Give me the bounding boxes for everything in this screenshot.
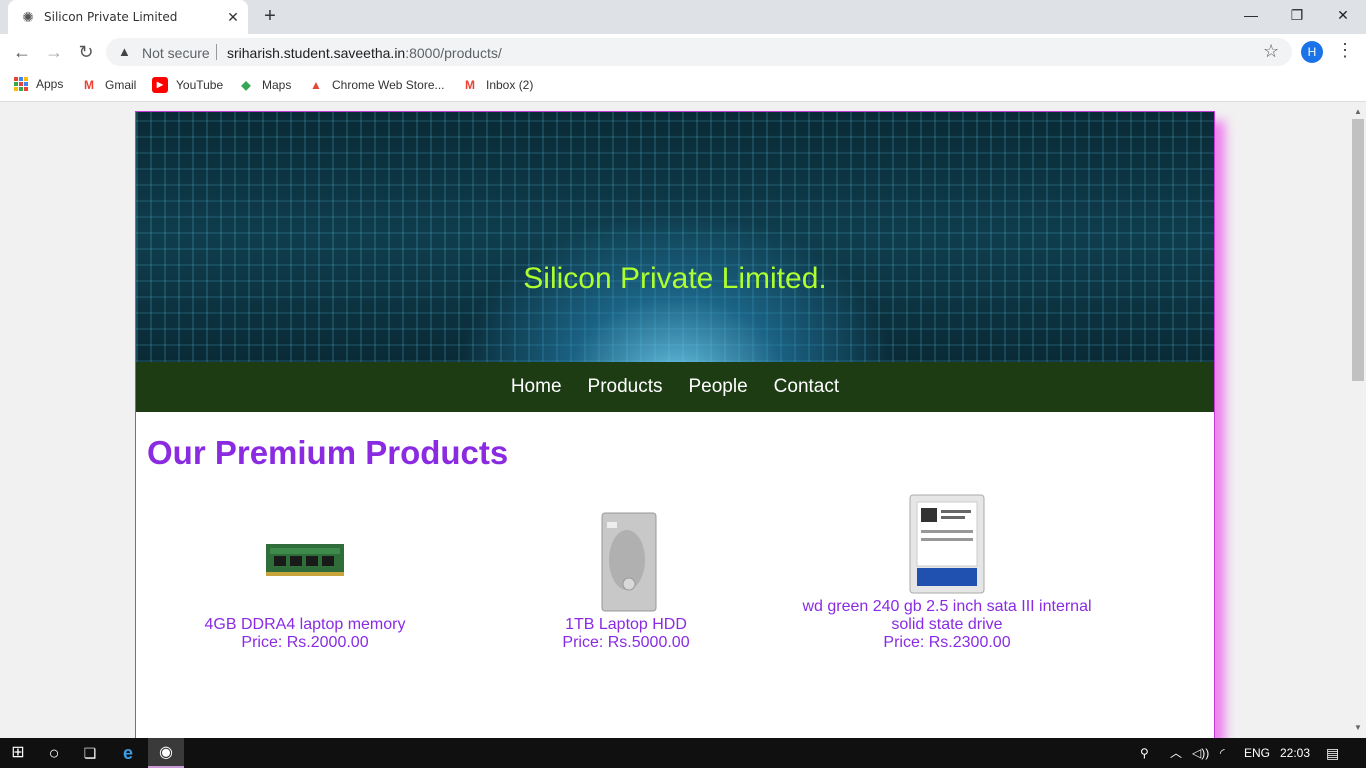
divider [216,44,217,60]
chrome-taskbar-icon[interactable]: ◉ [148,738,184,768]
apps-grid-icon [14,77,28,91]
security-label[interactable]: Not secure [142,45,210,61]
maps-icon: ◆ [241,78,251,92]
gmail-icon: M [465,78,475,92]
product-name[interactable]: 4GB DDRA4 laptop memory [155,616,455,634]
clock[interactable]: 22:03 [1280,738,1310,768]
people-icon[interactable]: ⚲ [1140,738,1149,768]
search-circle-icon[interactable]: ○ [36,738,72,768]
volume-icon[interactable]: ◁)) [1192,738,1209,768]
language-indicator[interactable]: ENG [1244,738,1270,768]
gmail-icon: M [84,78,94,92]
scroll-down-arrow-icon[interactable]: ▼ [1354,723,1362,732]
bookmark-gmail[interactable]: M Gmail [81,77,136,93]
banner-title: Silicon Private Limited. [523,262,827,295]
url-text[interactable]: sriharish.student.saveetha.in:8000/produ… [227,45,502,61]
url-path: :8000/products/ [405,45,502,61]
nav-home[interactable]: Home [511,376,562,398]
profile-avatar[interactable]: H [1301,41,1323,63]
product-name[interactable]: wd green 240 gb 2.5 inch sata III intern… [797,598,1097,634]
nav-people[interactable]: People [689,376,748,398]
address-bar[interactable]: ▲ Not secure sriharish.student.saveetha.… [106,38,1292,66]
bookmark-inbox[interactable]: M Inbox (2) [462,77,533,93]
edge-icon[interactable]: e [110,738,146,768]
youtube-icon: ▶ [152,77,168,93]
banner: Silicon Private Limited. [136,112,1214,362]
close-window-button[interactable]: ✕ [1320,4,1366,28]
chevron-up-icon[interactable]: ︿ [1170,738,1182,768]
reload-icon[interactable]: ↻ [74,40,98,64]
product-card[interactable]: 1TB Laptop HDD Price: Rs.5000.00 [476,616,776,652]
bookmark-label: Maps [262,78,292,92]
nav-products[interactable]: Products [588,376,663,398]
bookmark-label: YouTube [176,78,224,92]
site-nav: Home Products People Contact [136,362,1214,412]
restore-button[interactable]: ❐ [1274,4,1320,28]
page-viewport: Silicon Private Limited. Home Products P… [0,103,1350,738]
tab-strip: ✺ Silicon Private Limited ✕ + — ❐ ✕ [0,0,1366,34]
warning-icon[interactable]: ▲ [118,44,131,59]
windows-taskbar: ⊞ ○ ❏ e ◉ ⚲ ︿ ◁)) ◜ ENG 22:03 ▤ [0,738,1366,768]
minimize-button[interactable]: — [1228,4,1274,28]
product-price: Price: Rs.2300.00 [883,634,1011,651]
page-title: Our Premium Products [147,434,509,471]
bookmark-label: Chrome Web Store... [332,78,445,92]
product-price: Price: Rs.5000.00 [562,634,690,651]
bookmark-maps[interactable]: ◆ Maps [238,77,291,93]
hdd-image[interactable] [601,512,657,612]
product-card[interactable]: wd green 240 gb 2.5 inch sata III intern… [797,598,1097,652]
bookmarks-bar: Apps M Gmail ▶ YouTube ◆ Maps ▲ Chrome W… [0,70,1366,102]
wifi-icon[interactable]: ◜ [1220,738,1225,768]
bookmark-label: Inbox (2) [486,78,534,92]
scroll-thumb[interactable] [1352,119,1364,381]
product-price: Price: Rs.2000.00 [241,634,369,651]
webstore-icon: ▲ [310,78,322,92]
forward-arrow-icon[interactable]: → [42,40,66,64]
windows-start-icon[interactable]: ⊞ [0,738,36,768]
bookmark-chrome-web-store[interactable]: ▲ Chrome Web Store... [308,77,445,93]
ssd-image[interactable] [909,494,985,594]
close-tab-icon[interactable]: ✕ [224,8,242,26]
site-frame: Silicon Private Limited. Home Products P… [135,111,1215,738]
product-card[interactable]: 4GB DDRA4 laptop memory Price: Rs.2000.0… [155,616,455,652]
new-tab-button[interactable]: + [260,5,280,27]
bookmark-label: Gmail [105,78,137,92]
url-host: sriharish.student.saveetha.in [227,45,406,61]
tab-title: Silicon Private Limited [44,10,178,24]
notification-icon[interactable]: ▤ [1326,738,1339,768]
bookmark-star-icon[interactable]: ☆ [1263,41,1279,62]
back-arrow-icon[interactable]: ← [10,40,34,64]
browser-toolbar: ← → ↻ ▲ Not secure sriharish.student.sav… [0,34,1366,70]
bookmark-youtube[interactable]: ▶ YouTube [152,77,223,93]
kebab-menu-icon[interactable]: ⋮ [1336,40,1354,61]
nav-contact[interactable]: Contact [774,376,839,398]
task-view-icon[interactable]: ❏ [72,738,108,768]
browser-tab[interactable]: ✺ Silicon Private Limited ✕ [8,0,248,34]
product-name[interactable]: 1TB Laptop HDD [476,616,776,634]
vertical-scrollbar[interactable]: ▲ ▼ [1350,103,1366,738]
scroll-up-arrow-icon[interactable]: ▲ [1354,107,1362,116]
bookmark-apps[interactable]: Apps [14,77,63,91]
bookmark-label: Apps [36,77,64,91]
ram-image[interactable] [266,542,344,578]
site-favicon-icon: ✺ [22,9,34,25]
